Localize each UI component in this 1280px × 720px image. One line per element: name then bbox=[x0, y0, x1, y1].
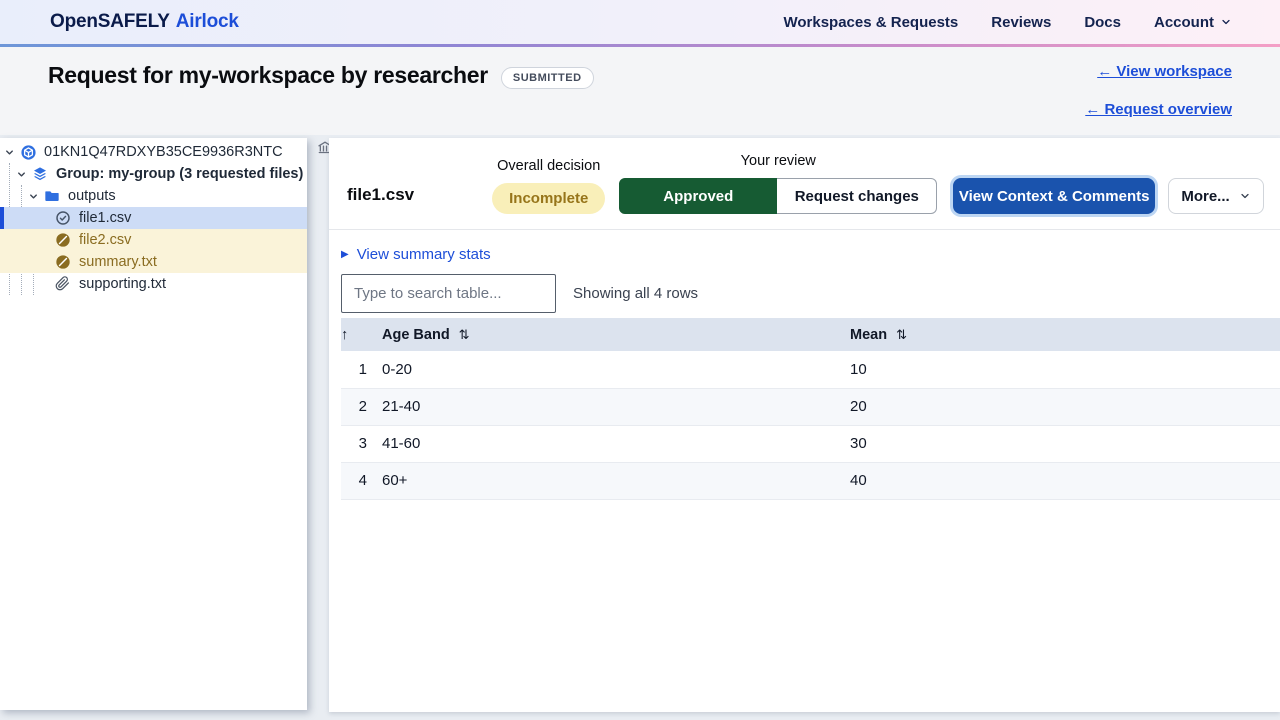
nav-docs[interactable]: Docs bbox=[1084, 14, 1121, 31]
review-button-group: Approved Request changes bbox=[619, 178, 937, 214]
approve-button[interactable]: Approved bbox=[619, 178, 777, 214]
slash-circle-icon bbox=[55, 254, 72, 271]
file-review-toolbar: file1.csv Overall decision Incomplete Yo… bbox=[329, 138, 1280, 230]
more-actions-button[interactable]: More... bbox=[1168, 178, 1264, 214]
page-title: Request for my-workspace by researcher bbox=[48, 62, 488, 89]
row-number: 4 bbox=[341, 462, 382, 499]
table-row: 2 21-40 20 bbox=[341, 388, 1280, 425]
row-count-text: Showing all 4 rows bbox=[573, 285, 698, 302]
top-nav-links: Workspaces & Requests Reviews Docs Accou… bbox=[783, 14, 1232, 31]
overall-decision-label: Overall decision bbox=[497, 158, 600, 174]
row-number: 1 bbox=[341, 351, 382, 388]
cube-badge-icon bbox=[20, 144, 37, 161]
chevron-down-icon[interactable] bbox=[28, 191, 42, 202]
view-workspace-link[interactable]: ← View workspace bbox=[1085, 63, 1232, 80]
sort-icon: ⇅ bbox=[459, 327, 470, 342]
app-logo[interactable]: OpenSAFELY Airlock bbox=[50, 11, 239, 33]
your-review-label: Your review bbox=[741, 153, 816, 169]
chevron-down-icon bbox=[1239, 190, 1251, 202]
table-row: 4 60+ 40 bbox=[341, 462, 1280, 499]
paperclip-icon bbox=[55, 276, 72, 293]
row-number-column-header[interactable]: ↑ bbox=[341, 318, 382, 351]
sort-icon: ⇅ bbox=[896, 327, 907, 342]
cell-mean: 30 bbox=[850, 425, 1280, 462]
file-title: file1.csv bbox=[347, 185, 414, 214]
file-review-panel: file1.csv Overall decision Incomplete Yo… bbox=[329, 138, 1280, 712]
tree-node-request-id[interactable]: 01KN1Q47RDXYB35CE9936R3NTC bbox=[0, 141, 307, 163]
sorted-ascending-icon: ↑ bbox=[341, 327, 348, 343]
tree-node-group[interactable]: Group: my-group (3 requested files) bbox=[0, 163, 307, 185]
nav-workspaces-requests[interactable]: Workspaces & Requests bbox=[783, 14, 958, 31]
cell-mean: 40 bbox=[850, 462, 1280, 499]
chevron-down-icon[interactable] bbox=[16, 169, 30, 180]
check-circle-icon bbox=[55, 210, 72, 227]
tree-node-label: file2.csv bbox=[79, 232, 131, 248]
status-badge: SUBMITTED bbox=[501, 67, 594, 89]
cell-mean: 20 bbox=[850, 388, 1280, 425]
tree-node-summary-txt[interactable]: summary.txt bbox=[0, 251, 307, 273]
request-changes-button[interactable]: Request changes bbox=[777, 178, 937, 214]
slash-circle-icon bbox=[55, 232, 72, 249]
table-row: 1 0-20 10 bbox=[341, 351, 1280, 388]
chevron-down-icon bbox=[1220, 16, 1232, 28]
top-navigation-bar: OpenSAFELY Airlock Workspaces & Requests… bbox=[0, 0, 1280, 44]
cell-age-band: 21-40 bbox=[382, 388, 850, 425]
tree-node-label: 01KN1Q47RDXYB35CE9936R3NTC bbox=[44, 144, 283, 160]
cell-mean: 10 bbox=[850, 351, 1280, 388]
tree-node-outputs-folder[interactable]: outputs bbox=[0, 185, 307, 207]
tree-node-file1-csv[interactable]: file1.csv bbox=[0, 207, 307, 229]
tree-node-file2-csv[interactable]: file2.csv bbox=[0, 229, 307, 251]
row-number: 2 bbox=[341, 388, 382, 425]
nav-account-menu[interactable]: Account bbox=[1154, 14, 1232, 31]
table-header-row: ↑ Age Band⇅ Mean⇅ bbox=[341, 318, 1280, 351]
folder-icon bbox=[44, 188, 61, 205]
cell-age-band: 0-20 bbox=[382, 351, 850, 388]
triangle-right-icon: ▶ bbox=[341, 249, 349, 260]
overall-decision-badge: Incomplete bbox=[492, 183, 605, 214]
row-number: 3 bbox=[341, 425, 382, 462]
tree-node-label: outputs bbox=[68, 188, 116, 204]
request-overview-link[interactable]: ← Request overview bbox=[1085, 101, 1232, 118]
column-header-age-band[interactable]: Age Band⇅ bbox=[382, 318, 850, 351]
table-row: 3 41-60 30 bbox=[341, 425, 1280, 462]
chevron-down-icon[interactable] bbox=[4, 147, 18, 158]
view-context-comments-button[interactable]: View Context & Comments bbox=[953, 178, 1155, 214]
column-header-mean[interactable]: Mean⇅ bbox=[850, 318, 1280, 351]
cell-age-band: 41-60 bbox=[382, 425, 850, 462]
tree-node-label: file1.csv bbox=[79, 210, 131, 226]
tree-node-label: Group: my-group (3 requested files) bbox=[56, 166, 303, 182]
request-header: Request for my-workspace by researcher S… bbox=[0, 47, 1280, 135]
tree-node-supporting-txt[interactable]: supporting.txt bbox=[0, 273, 307, 295]
file-tree-sidebar: 01KN1Q47RDXYB35CE9936R3NTC Group: my-gro… bbox=[0, 138, 307, 710]
brand-secondary: Airlock bbox=[176, 11, 239, 33]
cell-age-band: 60+ bbox=[382, 462, 850, 499]
view-summary-stats-toggle[interactable]: ▶ View summary stats bbox=[341, 246, 491, 263]
table-search-input[interactable] bbox=[341, 274, 556, 313]
brand-primary: OpenSAFELY bbox=[50, 11, 170, 33]
data-table: ↑ Age Band⇅ Mean⇅ 1 0-20 10 2 21-40 20 3… bbox=[341, 318, 1280, 500]
tree-node-label: supporting.txt bbox=[79, 276, 166, 292]
layers-icon bbox=[32, 166, 49, 183]
tree-node-label: summary.txt bbox=[79, 254, 157, 270]
nav-reviews[interactable]: Reviews bbox=[991, 14, 1051, 31]
